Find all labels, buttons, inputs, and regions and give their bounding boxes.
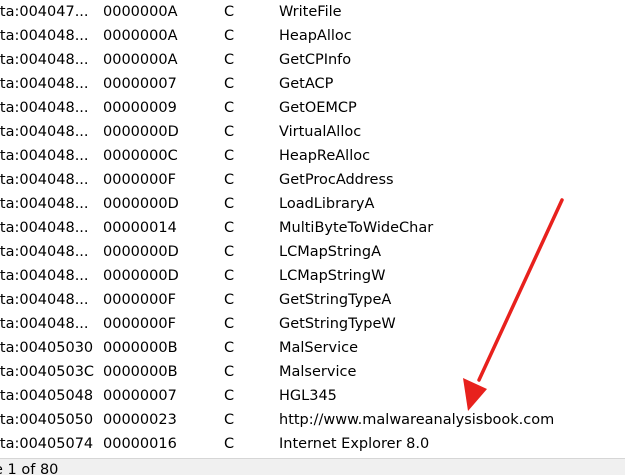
table-row[interactable]: ata:004048... 00000009 C GetOEMCP bbox=[0, 96, 625, 120]
type-cell: C bbox=[224, 388, 235, 404]
type-cell: C bbox=[224, 76, 235, 92]
table-row[interactable]: ata:00405074 00000016 C Internet Explorer 8… bbox=[0, 432, 625, 456]
length-cell: 0000000D bbox=[103, 268, 179, 284]
string-cell: HGL345 bbox=[279, 388, 337, 404]
length-cell: 00000016 bbox=[103, 436, 177, 452]
string-cell: MultiByteToWideChar bbox=[279, 220, 434, 236]
type-cell: C bbox=[224, 316, 235, 332]
length-cell: 0000000D bbox=[103, 244, 179, 260]
address-cell: ata:004048... bbox=[0, 172, 89, 188]
address-cell: ata:0040503C bbox=[0, 364, 95, 380]
table-row[interactable]: ata:004048... 00000014 C MultiByteToWideCha… bbox=[0, 216, 625, 240]
address-cell: ata:00405074 bbox=[0, 436, 94, 452]
address-cell: ata:004048... bbox=[0, 52, 89, 68]
table-row[interactable]: ata:004048... 0000000F C GetProcAddress bbox=[0, 168, 625, 192]
length-cell: 0000000A bbox=[103, 4, 178, 20]
length-cell: 0000000D bbox=[103, 124, 179, 140]
strings-table: ata:004047... 0000000A C WriteFile ata:00404… bbox=[0, 0, 625, 458]
table-row[interactable]: ata:0040503C 0000000B C Malservice bbox=[0, 360, 625, 384]
string-cell: GetStringTypeW bbox=[279, 316, 396, 332]
length-cell: 0000000F bbox=[103, 172, 176, 188]
table-row[interactable]: ata:004048... 0000000F C GetStringTypeW bbox=[0, 312, 625, 336]
table-row[interactable]: ata:004048... 0000000D C LCMapStringW bbox=[0, 264, 625, 288]
length-cell: 00000014 bbox=[103, 220, 177, 236]
type-cell: C bbox=[224, 172, 235, 188]
table-row[interactable]: ata:00405030 0000000B C MalService bbox=[0, 336, 625, 360]
string-cell: Malservice bbox=[279, 364, 357, 380]
address-cell: ata:004048... bbox=[0, 76, 89, 92]
type-cell: C bbox=[224, 412, 235, 428]
address-cell: ata:00405048 bbox=[0, 388, 94, 404]
table-row[interactable]: ata:004048... 0000000D C VirtualAlloc bbox=[0, 120, 625, 144]
address-cell: ata:004048... bbox=[0, 148, 89, 164]
string-cell: GetACP bbox=[279, 76, 334, 92]
address-cell: ata:004048... bbox=[0, 268, 89, 284]
string-cell: GetStringTypeA bbox=[279, 292, 392, 308]
type-cell: C bbox=[224, 364, 235, 380]
table-row[interactable]: ata:004048... 00000007 C GetACP bbox=[0, 72, 625, 96]
length-cell: 00000007 bbox=[103, 76, 177, 92]
address-cell: ata:004047... bbox=[0, 4, 89, 20]
type-cell: C bbox=[224, 100, 235, 116]
type-cell: C bbox=[224, 28, 235, 44]
address-cell: ata:00405050 bbox=[0, 412, 94, 428]
table-row[interactable]: ata:004048... 0000000F C GetStringTypeA bbox=[0, 288, 625, 312]
string-cell: HeapAlloc bbox=[279, 28, 352, 44]
address-cell: ata:004048... bbox=[0, 100, 89, 116]
status-bar: e 1 of 80 bbox=[0, 458, 625, 475]
string-cell: GetCPInfo bbox=[279, 52, 352, 68]
type-cell: C bbox=[224, 124, 235, 140]
length-cell: 0000000F bbox=[103, 292, 176, 308]
type-cell: C bbox=[224, 340, 235, 356]
address-cell: ata:004048... bbox=[0, 316, 89, 332]
type-cell: C bbox=[224, 436, 235, 452]
type-cell: C bbox=[224, 4, 235, 20]
length-cell: 0000000B bbox=[103, 364, 178, 380]
length-cell: 00000009 bbox=[103, 100, 177, 116]
string-cell: Internet Explorer 8.0 bbox=[279, 436, 430, 452]
string-cell: http://www.malwareanalysisbook.com bbox=[279, 412, 555, 428]
string-cell: LoadLibraryA bbox=[279, 196, 375, 212]
table-row[interactable]: ata:004047... 0000000A C WriteFile bbox=[0, 0, 625, 24]
table-row[interactable]: ata:00405050 00000023 Chttp://www.malwarea… bbox=[0, 408, 625, 432]
table-row[interactable]: ata:004048... 0000000D C LoadLibraryA bbox=[0, 192, 625, 216]
table-row[interactable]: ata:004048... 0000000A C GetCPInfo bbox=[0, 48, 625, 72]
table-row[interactable]: ata:004048... 0000000C C HeapReAlloc bbox=[0, 144, 625, 168]
address-cell: ata:004048... bbox=[0, 292, 89, 308]
length-cell: 0000000A bbox=[103, 28, 178, 44]
table-row[interactable]: ata:004048... 0000000D C LCMapStringA bbox=[0, 240, 625, 264]
length-cell: 0000000A bbox=[103, 52, 178, 68]
length-cell: 0000000C bbox=[103, 148, 178, 164]
length-cell: 0000000F bbox=[103, 316, 176, 332]
string-cell: HeapReAlloc bbox=[279, 148, 371, 164]
address-cell: ata:004048... bbox=[0, 244, 89, 260]
type-cell: C bbox=[224, 196, 235, 212]
type-cell: C bbox=[224, 148, 235, 164]
string-cell: MalService bbox=[279, 340, 359, 356]
table-row[interactable]: ata:00405048 00000007 C HGL345 bbox=[0, 384, 625, 408]
address-cell: ata:004048... bbox=[0, 28, 89, 44]
strings-table-body: ata:004047... 0000000A C WriteFile ata:00404… bbox=[0, 0, 625, 456]
string-cell: LCMapStringW bbox=[279, 268, 386, 284]
type-cell: C bbox=[224, 292, 235, 308]
address-cell: ata:004048... bbox=[0, 196, 89, 212]
length-cell: 00000007 bbox=[103, 388, 177, 404]
string-cell: VirtualAlloc bbox=[279, 124, 362, 140]
status-line-count: e 1 of 80 bbox=[0, 462, 59, 475]
table-row[interactable]: ata:004048... 0000000A C HeapAlloc bbox=[0, 24, 625, 48]
address-cell: ata:00405030 bbox=[0, 340, 94, 356]
address-cell: ata:004048... bbox=[0, 220, 89, 236]
string-cell: WriteFile bbox=[279, 4, 342, 20]
string-cell: GetOEMCP bbox=[279, 100, 357, 116]
string-cell: LCMapStringA bbox=[279, 244, 381, 260]
type-cell: C bbox=[224, 220, 235, 236]
type-cell: C bbox=[224, 52, 235, 68]
string-cell: GetProcAddress bbox=[279, 172, 394, 188]
length-cell: 0000000B bbox=[103, 340, 178, 356]
type-cell: C bbox=[224, 244, 235, 260]
address-cell: ata:004048... bbox=[0, 124, 89, 140]
length-cell: 0000000D bbox=[103, 196, 179, 212]
length-cell: 00000023 bbox=[103, 412, 177, 428]
type-cell: C bbox=[224, 268, 235, 284]
